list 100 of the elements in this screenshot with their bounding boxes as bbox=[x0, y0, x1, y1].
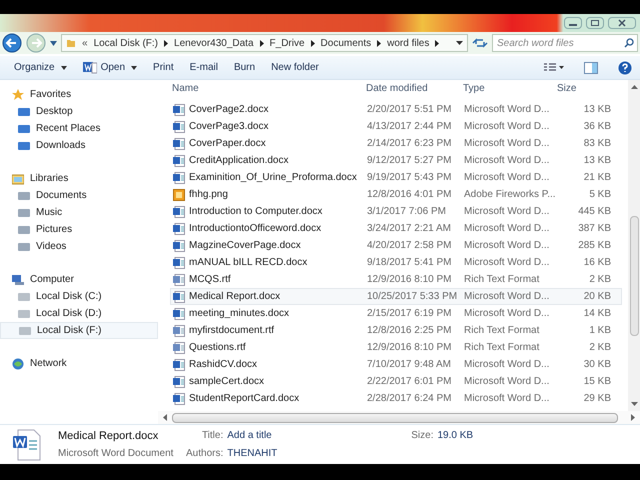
close-button[interactable] bbox=[608, 17, 636, 29]
date-cell-text: 12/8/2016 4:01 PM bbox=[367, 188, 453, 202]
type-cell-text: Microsoft Word D... bbox=[464, 120, 550, 134]
type-cell-text: Microsoft Word D... bbox=[464, 290, 550, 304]
file-row[interactable]: Questions.rtf 12/9/2016 8:10 PM Rich Text Format 2 KB bbox=[170, 339, 622, 356]
sidebar-group[interactable]: Network bbox=[0, 355, 158, 372]
date-cell-text: 12/8/2016 2:25 PM bbox=[367, 324, 453, 338]
globe-icon bbox=[12, 358, 24, 370]
file-row[interactable]: CoverPage2.docx 2/20/2017 5:51 PM Microsoft Word D... 13 KB bbox=[170, 101, 622, 118]
type-cell-text: Microsoft Word D... bbox=[464, 137, 550, 151]
file-row[interactable]: MagzineCoverPage.docx 4/20/2017 2:58 PM Microsoft Word D... 285 KB bbox=[170, 237, 622, 254]
word-file-icon bbox=[173, 138, 185, 150]
sidebar-group[interactable]: Libraries bbox=[0, 170, 158, 187]
type-cell-text: Microsoft Word D... bbox=[464, 222, 550, 236]
column-header[interactable]: Size bbox=[557, 80, 614, 96]
dropdown-icon[interactable] bbox=[456, 41, 463, 45]
toolbar-button[interactable]: New folder bbox=[265, 58, 325, 78]
breadcrumb[interactable]: Documents bbox=[320, 36, 372, 50]
breadcrumb-arrow-icon[interactable] bbox=[377, 40, 382, 46]
overflow-chevron[interactable]: « bbox=[82, 36, 88, 50]
sidebar-item[interactable]: Local Disk (C:) bbox=[0, 288, 158, 305]
location-icon bbox=[18, 208, 30, 218]
sidebar-group[interactable]: Favorites bbox=[0, 86, 158, 103]
date-cell-text: 9/19/2017 5:43 PM bbox=[367, 171, 453, 185]
column-header[interactable]: Type bbox=[463, 80, 557, 96]
sidebar-item[interactable]: Desktop bbox=[0, 103, 158, 120]
vertical-scrollbar[interactable] bbox=[628, 80, 640, 411]
preview-pane-icon[interactable] bbox=[584, 62, 598, 74]
breadcrumb[interactable]: Local Disk (F:) bbox=[94, 36, 158, 50]
size-cell-text: 2 KB bbox=[588, 341, 612, 355]
type-cell-text: Microsoft Word D... bbox=[464, 358, 550, 372]
file-row[interactable]: Medical Report.docx 10/25/2017 5:33 PM Microsoft Word D... 20 KB bbox=[170, 288, 622, 305]
maximize-icon bbox=[591, 20, 599, 26]
breadcrumb-arrow-icon[interactable] bbox=[260, 40, 264, 46]
type-cell-text: Microsoft Word D... bbox=[464, 103, 550, 117]
toolbar-button[interactable]: Print bbox=[147, 58, 180, 78]
back-button[interactable] bbox=[2, 33, 22, 53]
breadcrumb[interactable]: Lenevor430_Data bbox=[174, 36, 254, 50]
file-row[interactable]: sampleCert.docx 2/22/2017 6:01 PM Microsoft Word D... 15 KB bbox=[170, 373, 622, 390]
size-cell-text: 21 KB bbox=[582, 171, 612, 185]
column-header[interactable]: Date modified bbox=[366, 80, 463, 96]
scroll-right-icon[interactable] bbox=[630, 414, 636, 421]
word-icon bbox=[82, 61, 97, 74]
sidebar-item[interactable]: Pictures bbox=[0, 221, 158, 238]
column-header[interactable]: Name bbox=[170, 80, 366, 96]
caret-icon bbox=[131, 66, 138, 70]
file-name: MagzineCoverPage.docx bbox=[189, 239, 301, 253]
search-field[interactable]: Search word files bbox=[492, 34, 638, 52]
toolbar-button[interactable]: Burn bbox=[228, 58, 262, 78]
file-row[interactable]: StudentReportCard.docx 2/28/2017 6:24 PM Microsoft Word D... 29 KB bbox=[170, 390, 622, 407]
file-row[interactable]: Introduction to Computer.docx 3/1/2017 7:06 PM Microsoft Word D... 445 KB bbox=[170, 203, 622, 220]
file-row[interactable]: RashidCV.docx 7/10/2017 9:48 AM Microsoft Word D... 30 KB bbox=[170, 356, 622, 373]
breadcrumb-arrow-icon[interactable] bbox=[310, 40, 315, 46]
sidebar-item[interactable]: Local Disk (F:) bbox=[0, 322, 158, 339]
word-file-icon bbox=[173, 256, 185, 268]
file-name: mANUAL bILL RECD.docx bbox=[189, 256, 308, 270]
history-dropdown-icon[interactable] bbox=[50, 40, 57, 46]
file-row[interactable]: mANUAL bILL RECD.docx 9/18/2017 5:41 PM Microsoft Word D... 16 KB bbox=[170, 254, 622, 271]
view-options-icon[interactable] bbox=[544, 62, 564, 72]
sidebar-item[interactable]: Documents bbox=[0, 187, 158, 204]
scroll-up-icon[interactable] bbox=[630, 84, 638, 90]
file-name: Questions.rtf bbox=[189, 341, 246, 355]
toolbar-button[interactable]: E-mail bbox=[184, 58, 224, 78]
file-row[interactable]: meeting_minutes.docx 2/15/2017 6:19 PM Microsoft Word D... 14 KB bbox=[170, 305, 622, 322]
file-row[interactable]: Examinition_Of_Urine_Proforma.docx 9/19/2017 5:43 PM Microsoft Word D... 21 KB bbox=[170, 169, 622, 186]
file-row[interactable]: CoverPaper.docx 2/14/2017 6:23 PM Microsoft Word D... 83 KB bbox=[170, 135, 622, 152]
field-label: Size: bbox=[411, 429, 434, 443]
file-row[interactable]: MCQS.rtf 12/9/2016 8:10 PM Rich Text Format 2 KB bbox=[170, 271, 622, 288]
sidebar-group[interactable]: Computer bbox=[0, 271, 158, 288]
scroll-left-icon[interactable] bbox=[162, 414, 168, 421]
horizontal-scrollbar[interactable] bbox=[158, 411, 640, 424]
sidebar-item[interactable]: Recent Places bbox=[0, 120, 158, 137]
breadcrumb[interactable]: word files bbox=[387, 36, 430, 50]
folder-icon bbox=[66, 38, 76, 48]
date-cell-text: 12/9/2016 8:10 PM bbox=[367, 273, 453, 287]
size-cell-text: 5 KB bbox=[588, 188, 612, 202]
file-name: Introduction to Computer.docx bbox=[189, 205, 322, 219]
help-icon[interactable] bbox=[618, 60, 632, 74]
maximize-button[interactable] bbox=[586, 17, 604, 29]
field-label: Authors: bbox=[186, 447, 224, 461]
breadcrumb-arrow-icon[interactable] bbox=[435, 40, 440, 46]
toolbar-button[interactable]: Open bbox=[76, 58, 144, 78]
breadcrumb[interactable]: F_Drive bbox=[270, 36, 305, 50]
sidebar-item[interactable]: Downloads bbox=[0, 137, 158, 154]
file-row[interactable]: CreditApplication.docx 9/12/2017 5:27 PM Microsoft Word D... 13 KB bbox=[170, 152, 622, 169]
date-cell-text: 12/9/2016 8:10 PM bbox=[367, 341, 453, 355]
toolbar-button[interactable]: Organize bbox=[8, 58, 73, 78]
breadcrumb-arrow-icon[interactable] bbox=[164, 40, 168, 46]
sidebar-item[interactable]: Music bbox=[0, 204, 158, 221]
sidebar-item[interactable]: Local Disk (D:) bbox=[0, 305, 158, 322]
file-name: Medical Report.docx bbox=[58, 428, 160, 444]
sidebar-item[interactable]: Videos bbox=[0, 238, 158, 255]
file-row[interactable]: myfirstdocument.rtf 12/8/2016 2:25 PM Rich Text Format 1 KB bbox=[170, 322, 622, 339]
file-name: Medical Report.docx bbox=[189, 290, 280, 304]
scroll-down-icon[interactable] bbox=[630, 401, 638, 407]
file-row[interactable]: CoverPage3.docx 4/13/2017 2:44 PM Microsoft Word D... 36 KB bbox=[170, 118, 622, 135]
file-row[interactable]: fhhg.png 12/8/2016 4:01 PM Adobe Fireworks P... 5 KB bbox=[170, 186, 622, 203]
address-bar[interactable]: « Local Disk (F:) Lenevor430_Data F_Drive Documents word files bbox=[61, 34, 468, 52]
file-row[interactable]: IntroductiontoOfficeword.docx 3/24/2017 2:21 AM Microsoft Word D... 387 KB bbox=[170, 220, 622, 237]
minimize-button[interactable] bbox=[564, 17, 582, 29]
